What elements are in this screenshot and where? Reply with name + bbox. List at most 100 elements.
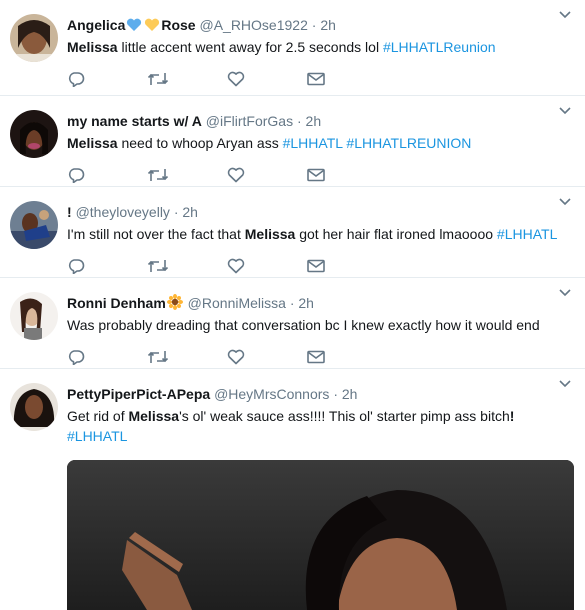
mention-text: Melissa xyxy=(67,39,118,55)
retweet-icon xyxy=(147,351,169,363)
retweet-icon xyxy=(147,260,169,272)
separator: · xyxy=(289,295,295,311)
direct-message-button[interactable] xyxy=(307,70,387,88)
direct-message-icon xyxy=(307,259,325,273)
tweet[interactable]: Angelica Rose @A_RHOse1922 · 2h Melissa l… xyxy=(0,0,585,96)
heart-emoji-icon xyxy=(127,18,142,31)
tweet-text: I'm still not over the fact that Melissa… xyxy=(67,224,571,244)
tweet-text-pre: I'm still not over the fact that xyxy=(67,226,241,242)
tweet-text-pre: Get rid of xyxy=(67,408,125,424)
user-handle[interactable]: @theyloveyelly xyxy=(76,204,170,220)
user-handle[interactable]: @HeyMrsConnors xyxy=(214,386,329,402)
retweet-button[interactable] xyxy=(147,257,227,275)
retweet-icon xyxy=(147,73,169,85)
display-name[interactable]: Angelica xyxy=(67,17,125,33)
display-name-suffix[interactable]: Rose xyxy=(161,17,195,33)
tweet[interactable]: PettyPiperPict-APepa @HeyMrsConnors · 2h… xyxy=(0,369,585,610)
tweet-text-end: ! xyxy=(509,408,515,424)
reply-icon xyxy=(68,350,85,365)
mention-text: Melissa xyxy=(128,408,180,424)
chevron-down-icon[interactable] xyxy=(559,11,571,19)
direct-message-icon xyxy=(307,168,325,182)
chevron-down-icon[interactable] xyxy=(559,289,571,297)
retweet-button[interactable] xyxy=(147,70,227,88)
user-handle[interactable]: @A_RHOse1922 xyxy=(199,17,307,33)
avatar[interactable] xyxy=(10,201,58,249)
like-icon xyxy=(227,71,245,87)
avatar[interactable] xyxy=(10,110,58,158)
sunflower-emoji-icon xyxy=(166,294,183,310)
timestamp[interactable]: 2h xyxy=(342,386,358,402)
tweet[interactable]: Ronni Denham @RonniMelissa · 2h Was prob… xyxy=(0,278,585,369)
hashtag-link[interactable]: #LHHATL xyxy=(283,135,343,151)
reply-icon xyxy=(68,259,85,274)
display-name[interactable]: Ronni Denham xyxy=(67,295,166,311)
tweet-text: Was probably dreading that conversation … xyxy=(67,315,571,335)
retweet-button[interactable] xyxy=(147,348,227,366)
tweet-text: Get rid of Melissa's ol' weak sauce ass!… xyxy=(67,406,571,446)
tweet[interactable]: my name starts w/ A @iFlirtForGas · 2h M… xyxy=(0,96,585,187)
tweet-text-post: got her hair flat ironed lmaoooo xyxy=(299,226,494,242)
like-button[interactable] xyxy=(227,70,307,88)
reply-button[interactable] xyxy=(67,348,147,366)
user-handle[interactable]: @RonniMelissa xyxy=(188,295,286,311)
heart-emoji-icon xyxy=(145,18,160,31)
separator: · xyxy=(173,204,179,220)
reply-icon xyxy=(68,72,85,87)
direct-message-icon xyxy=(307,72,325,86)
like-icon xyxy=(227,349,245,365)
avatar[interactable] xyxy=(10,14,58,62)
reply-button[interactable] xyxy=(67,166,147,184)
tweet-header: Ronni Denham @RonniMelissa · 2h xyxy=(67,294,571,312)
like-icon xyxy=(227,167,245,183)
tweet-header: Angelica Rose @A_RHOse1922 · 2h xyxy=(67,16,571,34)
timestamp[interactable]: 2h xyxy=(182,204,198,220)
tweet-text: Melissa little accent went away for 2.5 … xyxy=(67,37,571,57)
like-button[interactable] xyxy=(227,348,307,366)
like-button[interactable] xyxy=(227,257,307,275)
separator: · xyxy=(296,113,302,129)
tweet-text: Melissa need to whoop Aryan ass #LHHATL … xyxy=(67,133,571,153)
display-name[interactable]: ! xyxy=(67,204,72,220)
chevron-down-icon[interactable] xyxy=(559,380,571,388)
hashtag-link[interactable]: #LHHATL xyxy=(497,226,557,242)
hashtag-link[interactable]: #LHHATL xyxy=(67,428,127,444)
chevron-down-icon[interactable] xyxy=(559,198,571,206)
direct-message-icon xyxy=(307,350,325,364)
tweet-header: my name starts w/ A @iFlirtForGas · 2h xyxy=(67,112,571,130)
timestamp[interactable]: 2h xyxy=(320,17,336,33)
like-icon xyxy=(227,258,245,274)
avatar[interactable] xyxy=(10,292,58,340)
tweet-text-plain: need to whoop Aryan ass xyxy=(121,135,279,151)
media-image xyxy=(67,460,574,610)
timestamp[interactable]: 2h xyxy=(306,113,322,129)
separator: · xyxy=(333,386,338,402)
avatar[interactable] xyxy=(10,383,58,431)
user-handle[interactable]: @iFlirtForGas xyxy=(206,113,293,129)
like-button[interactable] xyxy=(227,166,307,184)
retweet-button[interactable] xyxy=(147,166,227,184)
display-name[interactable]: my name starts w/ A xyxy=(67,113,202,129)
retweet-icon xyxy=(147,169,169,181)
tweet-text-plain: Was probably dreading that conversation … xyxy=(67,317,540,333)
separator: · xyxy=(311,17,317,33)
reply-button[interactable] xyxy=(67,257,147,275)
tweet-header: PettyPiperPict-APepa @HeyMrsConnors · 2h xyxy=(67,385,571,403)
mention-text: Melissa xyxy=(67,135,118,151)
tweet-actions xyxy=(67,70,571,94)
tweet-text-post: 's ol' weak sauce ass!!!! This ol' start… xyxy=(179,408,510,424)
hashtag-link[interactable]: #LHHATLREUNION xyxy=(346,135,471,151)
media-gif[interactable] xyxy=(67,460,574,610)
tweet[interactable]: ! @theyloveyelly · 2h I'm still not over… xyxy=(0,187,585,278)
direct-message-button[interactable] xyxy=(307,166,387,184)
tweet-text-plain: little accent went away for 2.5 seconds … xyxy=(121,39,380,55)
display-name[interactable]: PettyPiperPict-APepa xyxy=(67,386,210,402)
direct-message-button[interactable] xyxy=(307,257,387,275)
timestamp[interactable]: 2h xyxy=(298,295,314,311)
tweet-header: ! @theyloveyelly · 2h xyxy=(67,203,571,221)
direct-message-button[interactable] xyxy=(307,348,387,366)
mention-text: Melissa xyxy=(244,226,296,242)
hashtag-link[interactable]: #LHHATLReunion xyxy=(383,39,496,55)
chevron-down-icon[interactable] xyxy=(559,107,571,115)
reply-button[interactable] xyxy=(67,70,147,88)
